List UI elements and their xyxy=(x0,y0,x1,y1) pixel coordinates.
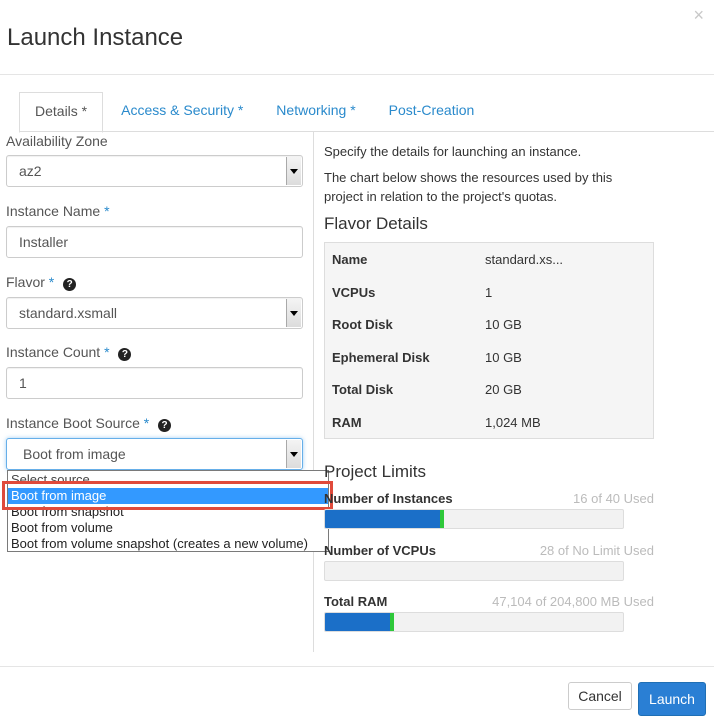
table-key: Root Disk xyxy=(332,317,393,332)
table-row: RAM 1,024 MB xyxy=(325,406,653,439)
table-value: 1 xyxy=(485,285,493,300)
help-icon[interactable]: ? xyxy=(118,348,132,361)
dropdown-option[interactable]: Boot from volume xyxy=(8,520,328,536)
limit-label-instances: Number of Instances xyxy=(324,491,453,506)
tab-details[interactable]: Details * xyxy=(19,92,104,133)
progress-bar-vcpus xyxy=(324,561,624,581)
instance-name-value: Installer xyxy=(19,234,69,250)
tabs-divider xyxy=(19,131,714,132)
limit-label-vcpus: Number of VCPUs xyxy=(324,543,436,558)
flavor-details-title: Flavor Details xyxy=(324,214,428,233)
table-key: Ephemeral Disk xyxy=(332,350,430,365)
close-icon[interactable]: × xyxy=(693,6,704,24)
flavor-details-table: Name standard.xs... VCPUs 1 Root Disk 10… xyxy=(324,242,654,439)
table-value: 10 GB xyxy=(485,317,522,332)
panel-divider xyxy=(313,132,314,652)
description-text: Specify the details for launching an ins… xyxy=(324,144,582,159)
limit-used-instances: 16 of 40 Used xyxy=(573,491,654,506)
table-key: Total Disk xyxy=(332,382,394,397)
table-key: VCPUs xyxy=(332,285,376,300)
header-divider xyxy=(0,74,714,75)
table-value: 20 GB xyxy=(485,382,522,397)
dropdown-option[interactable]: Boot from volume snapshot (creates a new… xyxy=(8,536,328,552)
boot-source-value: Boot from image xyxy=(23,446,126,462)
chevron-down-icon[interactable] xyxy=(286,440,301,468)
availability-zone-select[interactable]: az2 xyxy=(6,155,303,187)
required-marker: * xyxy=(104,203,110,219)
table-value: 1,024 MB xyxy=(485,415,541,430)
limit-used-vcpus: 28 of No Limit Used xyxy=(539,543,654,558)
table-row: Total Disk 20 GB xyxy=(325,373,653,406)
instance-name-input[interactable]: Installer xyxy=(6,226,303,258)
chevron-down-icon[interactable] xyxy=(286,157,301,185)
progress-bar-ram xyxy=(324,612,624,632)
table-value: 10 GB xyxy=(485,350,522,365)
instance-name-label: Instance Name * xyxy=(6,203,110,219)
required-marker: * xyxy=(104,344,110,360)
instance-count-label-text: Instance Count xyxy=(6,344,101,360)
boot-source-label: Instance Boot Source * ? xyxy=(6,415,172,432)
help-icon[interactable]: ? xyxy=(63,278,77,291)
help-icon[interactable]: ? xyxy=(158,419,172,432)
tab-networking[interactable]: Networking * xyxy=(261,92,370,131)
tab-bar: Details * Access & Security * Networking… xyxy=(19,92,490,133)
highlight-annotation-box xyxy=(2,481,333,510)
table-row: Root Disk 10 GB xyxy=(325,308,653,341)
availability-zone-label-text: Availability Zone xyxy=(6,133,108,149)
table-row: Ephemeral Disk 10 GB xyxy=(325,341,653,374)
project-limits-title: Project Limits xyxy=(324,462,427,481)
table-row: VCPUs 1 xyxy=(325,276,653,309)
dialog-title: Launch Instance xyxy=(7,24,184,51)
instance-count-label: Instance Count * ? xyxy=(6,344,132,361)
flavor-select[interactable]: standard.xsmall xyxy=(6,297,303,329)
limit-label-ram: Total RAM xyxy=(324,594,388,609)
availability-zone-label: Availability Zone xyxy=(6,133,108,149)
instance-count-value: 1 xyxy=(19,375,27,391)
required-marker: * xyxy=(48,274,55,290)
cancel-button[interactable]: Cancel xyxy=(568,682,632,710)
tab-access-security[interactable]: Access & Security * xyxy=(106,92,258,131)
flavor-label-text: Flavor xyxy=(6,274,45,290)
tab-post-creation[interactable]: Post-Creation xyxy=(374,92,490,131)
flavor-value: standard.xsmall xyxy=(19,305,118,321)
instance-name-label-text: Instance Name xyxy=(6,203,101,219)
launch-button[interactable]: Launch xyxy=(638,682,706,716)
table-value: standard.xs... xyxy=(485,252,564,267)
instance-count-input[interactable]: 1 xyxy=(6,367,303,399)
progress-bar-instances xyxy=(324,509,624,529)
boot-source-label-text: Instance Boot Source xyxy=(6,415,140,431)
progress-fill xyxy=(325,510,445,528)
table-key: RAM xyxy=(332,415,362,430)
flavor-label: Flavor * ? xyxy=(6,274,77,291)
table-row: Name standard.xs... xyxy=(325,243,653,276)
limit-used-ram: 47,104 of 204,800 MB Used xyxy=(492,594,654,609)
required-marker: * xyxy=(143,415,150,431)
description-text-quota: The chart below shows the resources used… xyxy=(324,170,613,204)
table-key: Name xyxy=(332,252,368,267)
footer-divider xyxy=(0,666,714,667)
launch-instance-dialog: × Launch Instance Details * Access & Sec… xyxy=(0,0,714,726)
boot-source-select[interactable]: Boot from image xyxy=(6,438,303,470)
chevron-down-icon[interactable] xyxy=(286,299,301,327)
availability-zone-value: az2 xyxy=(19,163,42,179)
progress-fill xyxy=(325,613,394,631)
